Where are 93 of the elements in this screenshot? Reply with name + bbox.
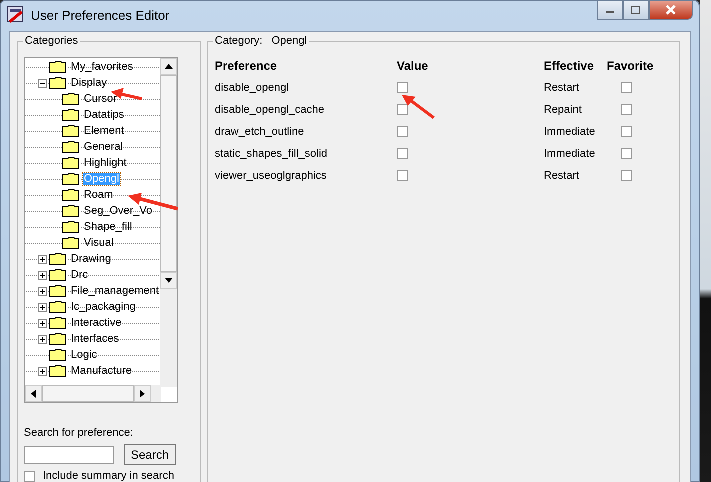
value-checkbox[interactable]: [397, 82, 408, 93]
tree-item[interactable]: Manufacture: [70, 365, 134, 377]
expander-icon[interactable]: [38, 78, 47, 88]
favorite-checkbox[interactable]: [621, 82, 632, 93]
maximize-icon: [631, 6, 641, 14]
tree-item[interactable]: Shape_fill: [83, 221, 134, 233]
folder-icon: [62, 188, 80, 202]
expander-icon[interactable]: [38, 318, 47, 328]
tree-item[interactable]: Logic: [70, 349, 98, 361]
value-checkbox[interactable]: [397, 104, 408, 115]
tree-item[interactable]: Element: [83, 125, 126, 137]
search-field[interactable]: [24, 446, 114, 464]
folder-icon: [62, 108, 80, 122]
maximize-button[interactable]: [623, 1, 649, 20]
expander-icon[interactable]: [38, 286, 47, 296]
preference-name: static_shapes_fill_solid: [215, 147, 329, 160]
favorite-checkbox[interactable]: [621, 104, 632, 115]
tree-item[interactable]: File_management: [70, 285, 160, 297]
folder-icon: [62, 124, 80, 138]
value-checkbox[interactable]: [397, 148, 408, 159]
expander-icon[interactable]: [38, 270, 47, 280]
folder-icon: [49, 268, 67, 282]
folder-icon: [62, 172, 80, 186]
tree-item[interactable]: Ic_packaging: [70, 301, 137, 313]
tree-item[interactable]: Datatips: [83, 109, 126, 121]
effective-text: Repaint: [544, 103, 583, 116]
tree-item[interactable]: Interfaces: [70, 333, 120, 345]
window-title: User Preferences Editor: [31, 8, 170, 22]
effective-text: Immediate: [544, 125, 596, 138]
down-arrow-icon[interactable]: [164, 278, 172, 283]
close-button[interactable]: [649, 1, 693, 20]
folder-icon: [49, 284, 67, 298]
tree-item[interactable]: Drc: [70, 269, 90, 281]
folder-icon: [49, 332, 67, 346]
value-checkbox[interactable]: [397, 170, 408, 181]
checkbox-label: Include summary in search: [43, 470, 174, 482]
category-caption: Category:: [215, 35, 263, 47]
folder-icon: [62, 140, 80, 154]
folder-icon: [49, 252, 67, 266]
folder-icon: [49, 76, 67, 90]
tree-item[interactable]: Display: [70, 77, 108, 89]
effective-text: Immediate: [544, 147, 596, 160]
app-icon: [7, 6, 25, 24]
preference-name: draw_etch_outline: [215, 125, 306, 138]
right-arrow-icon[interactable]: [140, 390, 145, 398]
up-arrow-icon[interactable]: [164, 64, 172, 69]
favorite-checkbox[interactable]: [621, 170, 632, 181]
tree-item[interactable]: Visual: [83, 237, 115, 249]
column-header: Effective: [544, 59, 596, 72]
tree-item[interactable]: Highlight: [83, 157, 128, 169]
close-icon: [665, 5, 677, 15]
preference-name: disable_opengl_cache: [215, 103, 326, 116]
tree-item[interactable]: Drawing: [70, 253, 112, 265]
value-checkbox[interactable]: [397, 126, 408, 137]
preference-name: disable_opengl: [215, 81, 290, 94]
folder-icon: [62, 156, 80, 170]
expander-icon[interactable]: [38, 254, 47, 264]
folder-icon: [49, 348, 67, 362]
expander-icon[interactable]: [38, 334, 47, 344]
expander-icon[interactable]: [38, 366, 47, 376]
category-name: Opengl: [272, 35, 308, 47]
search-button[interactable]: Search: [124, 444, 176, 465]
checkbox[interactable]: [24, 470, 35, 482]
tree-item[interactable]: Roam: [83, 189, 114, 201]
tree-item[interactable]: My_favorites: [70, 61, 134, 73]
annotation-arrow: [402, 95, 435, 120]
tree-item[interactable]: Cursor: [83, 93, 118, 105]
vertical-scrollbar[interactable]: [160, 58, 177, 387]
preference-name: viewer_useoglgraphics: [215, 169, 328, 182]
folder-icon: [62, 204, 80, 218]
folder-icon: [62, 236, 80, 250]
effective-text: Restart: [544, 81, 580, 94]
folder-icon: [62, 92, 80, 106]
folder-icon: [49, 364, 67, 378]
search-label: Search for preference:: [24, 427, 134, 439]
minimize-button[interactable]: [597, 1, 623, 20]
folder-icon: [49, 300, 67, 314]
folder-icon: [62, 220, 80, 234]
column-header: Favorite: [607, 59, 655, 72]
favorite-checkbox[interactable]: [621, 148, 632, 159]
tree-item[interactable]: Interactive: [70, 317, 123, 329]
horizontal-scrollbar[interactable]: [25, 385, 161, 402]
folder-icon: [49, 316, 67, 330]
tree-item[interactable]: Seg_Over_Vo: [83, 205, 154, 217]
group-title: Categories: [23, 35, 80, 47]
left-arrow-icon[interactable]: [31, 390, 36, 398]
tree-item[interactable]: General: [83, 141, 124, 153]
favorite-checkbox[interactable]: [621, 126, 632, 137]
folder-icon: [49, 60, 67, 74]
column-header: Preference: [215, 59, 278, 72]
effective-text: Restart: [544, 169, 580, 182]
column-header: Value: [397, 59, 430, 72]
expander-icon[interactable]: [38, 302, 47, 312]
